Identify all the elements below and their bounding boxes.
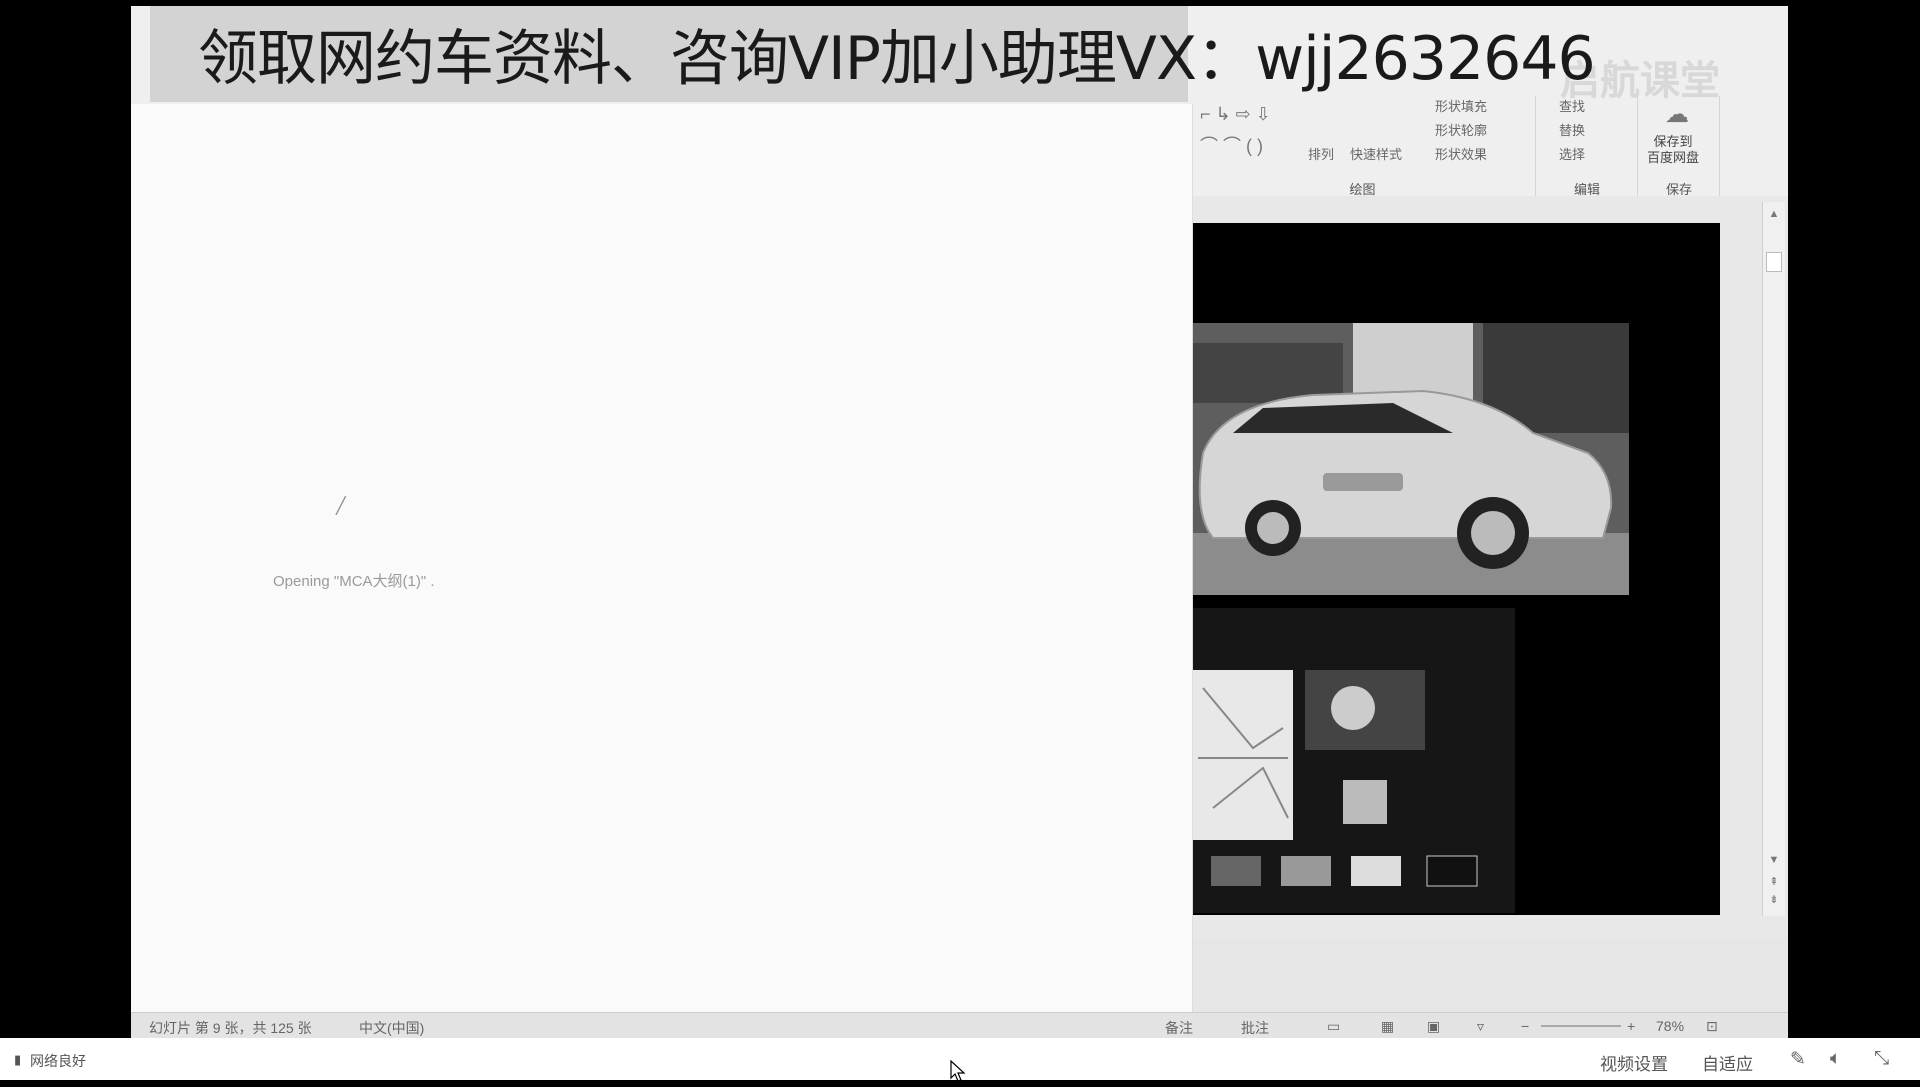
zoom-in-icon[interactable]: + (1627, 1018, 1635, 1034)
loading-spinner-icon: ╱ (336, 498, 346, 515)
shape-fill-button[interactable]: 形状填充 (1435, 96, 1487, 115)
zoom-out-icon[interactable]: − (1521, 1018, 1529, 1034)
quick-styles-button[interactable]: 快速样式 (1350, 144, 1402, 163)
auto-fit-button[interactable]: 自适应 (1702, 1050, 1753, 1075)
scroll-up-icon[interactable]: ▲ (1766, 206, 1782, 222)
shapes-gallery-row2-icon[interactable]: ⌒ ⌒ ( ) (1200, 132, 1263, 158)
select-button[interactable]: 选择 (1559, 144, 1585, 163)
slide-counter: 幻灯片 第 9 张，共 125 张 (149, 1020, 312, 1036)
car-photo (1193, 323, 1629, 595)
shape-outline-button[interactable]: 形状轮廓 (1435, 120, 1487, 139)
mic-off-icon[interactable]: ✎ (1790, 1048, 1806, 1071)
opening-file-panel (131, 104, 1193, 1012)
reading-view-icon[interactable]: ▣ (1427, 1018, 1440, 1035)
ribbon-group-drawing: ⌐ ↳ ⇨ ⇩ ⌒ ⌒ ( ) 排列 快速样式 形状填充 形状轮廓 形状效果 绘… (1190, 96, 1536, 202)
promo-banner-text: 领取网约车资料、咨询VIP加小助理VX：wjj2632646 (198, 24, 1596, 94)
ribbon-group-save: ☁ 保存到 百度网盘 保存 (1639, 96, 1720, 202)
comments-button[interactable]: 批注 (1241, 1018, 1269, 1038)
notes-button[interactable]: 备注 (1165, 1018, 1193, 1038)
language-indicator[interactable]: 中文(中国) (359, 1018, 424, 1038)
scroll-thumb[interactable] (1766, 252, 1782, 272)
shapes-gallery-icon[interactable]: ⌐ ↳ ⇨ ⇩ (1200, 104, 1271, 125)
slide-sorter-icon[interactable]: ▦ (1381, 1018, 1394, 1035)
zoom-level[interactable]: 78% (1656, 1018, 1684, 1034)
signal-bars-icon: ▮ (14, 1052, 22, 1067)
tablet-app-screenshot (1193, 608, 1515, 913)
previous-slide-icon[interactable]: ⇞ (1766, 874, 1782, 890)
opening-file-text: Opening "MCA大纲(1)" . (273, 573, 435, 590)
ribbon-group-editing: 查找 替换 选择 编辑 (1537, 96, 1638, 202)
scroll-down-icon[interactable]: ▼ (1766, 852, 1782, 868)
next-slide-icon[interactable]: ⇟ (1766, 892, 1782, 908)
status-bar: 幻灯片 第 9 张，共 125 张 中文(中国) 备注 批注 ▭ ▦ ▣ ▿ −… (131, 1012, 1788, 1039)
exit-fullscreen-icon[interactable]: ⤡ (1874, 1048, 1889, 1070)
arrange-button[interactable]: 排列 (1308, 144, 1334, 163)
shape-effects-button[interactable]: 形状效果 (1435, 144, 1487, 163)
volume-icon[interactable]: 🔈︎ (1830, 1048, 1841, 1070)
fit-to-window-icon[interactable]: ⊡ (1706, 1018, 1718, 1035)
replace-button[interactable]: 替换 (1559, 120, 1585, 139)
save-to-baidu-cloud-button[interactable]: 保存到 百度网盘 (1647, 134, 1699, 166)
video-settings-button[interactable]: 视频设置 (1600, 1050, 1668, 1075)
vertical-scrollbar[interactable]: ▲ ▼ ⇞ ⇟ (1762, 202, 1785, 916)
normal-view-icon[interactable]: ▭ (1327, 1018, 1340, 1035)
network-status: 网络良好 (30, 1053, 86, 1069)
zoom-slider[interactable] (1541, 1025, 1621, 1027)
slideshow-icon[interactable]: ▿ (1477, 1018, 1484, 1035)
